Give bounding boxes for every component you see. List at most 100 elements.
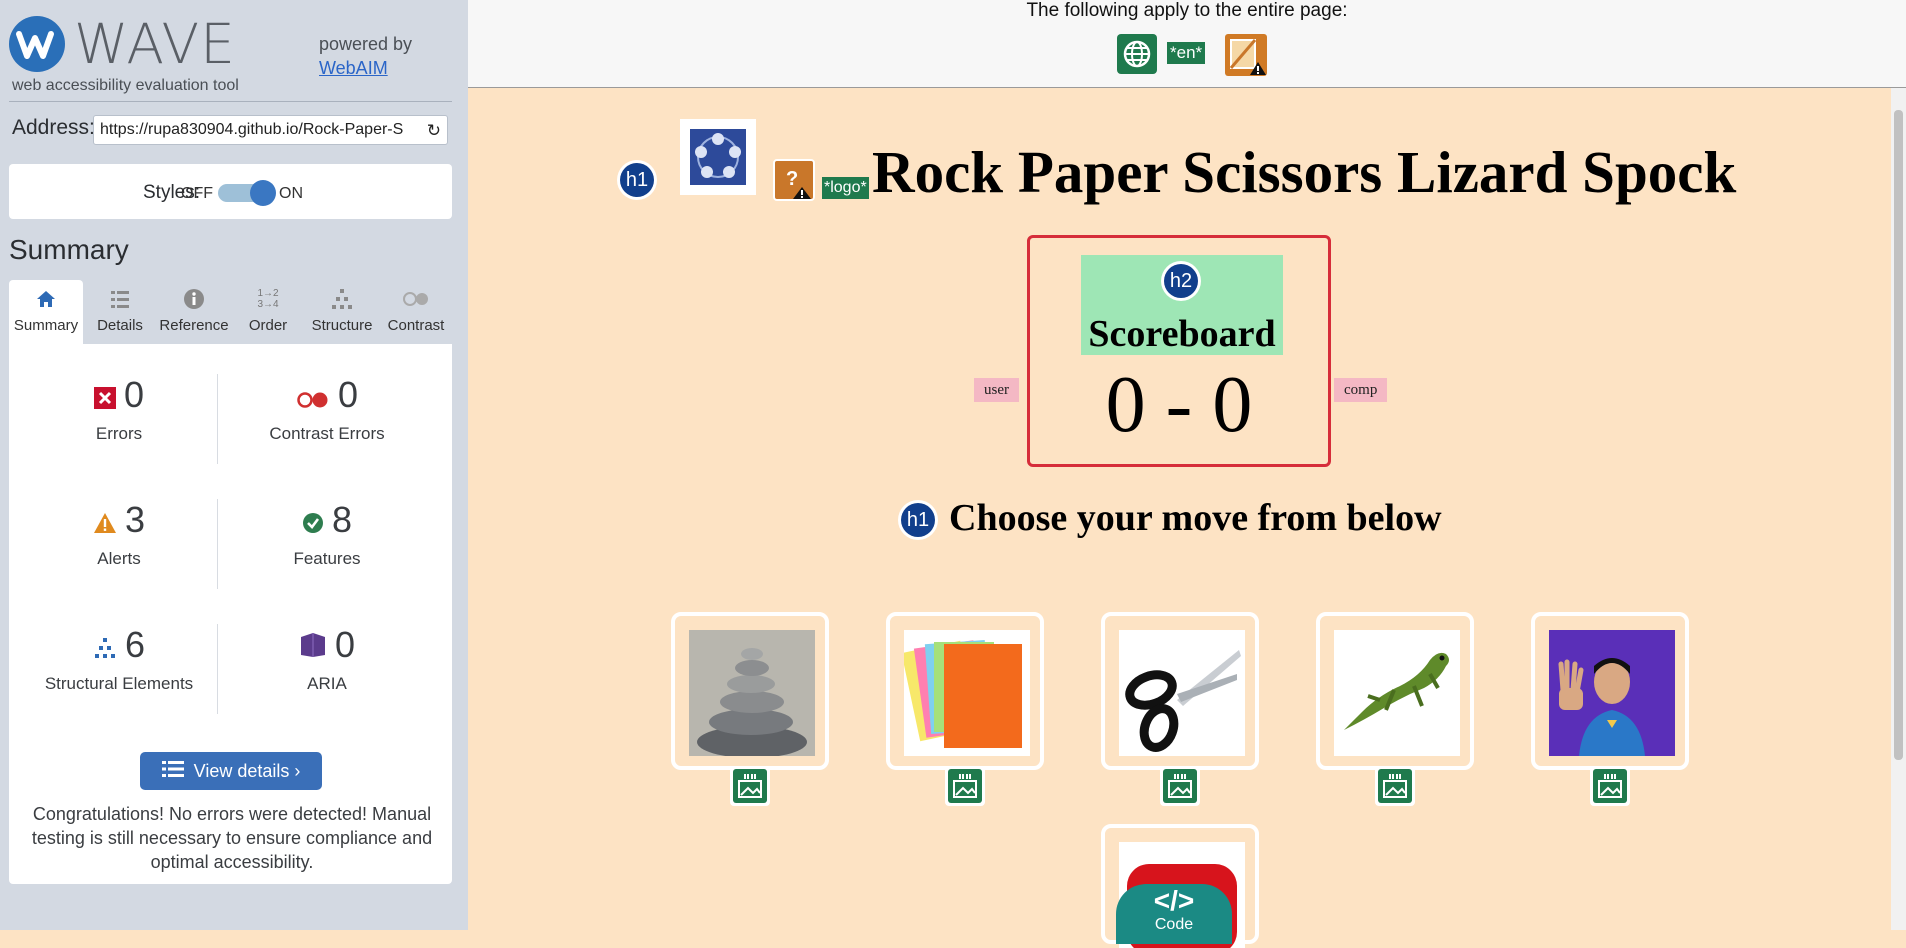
svg-text:?: ? <box>786 168 798 190</box>
language-globe-icon[interactable] <box>1117 34 1157 74</box>
stat-structural[interactable]: 6 Structural Elements <box>19 624 219 694</box>
tab-label: Structure <box>311 317 373 334</box>
move-paper[interactable] <box>886 612 1044 770</box>
logo-image <box>680 119 756 195</box>
language-tag[interactable]: *en* <box>1167 42 1206 64</box>
question-alert-icon[interactable]: ? <box>773 159 815 201</box>
powered-by-label: powered by <box>319 34 413 54</box>
h1-badge[interactable]: h1 <box>898 500 938 540</box>
features-count: 8 <box>331 499 353 540</box>
address-field[interactable]: https://rupa830904.github.io/Rock-Paper-… <box>93 115 448 145</box>
tab-contrast[interactable]: Contrast <box>379 280 453 344</box>
alt-text-icon[interactable] <box>730 766 770 806</box>
scissors-image <box>1119 630 1245 756</box>
summary-panel: 0 Errors 0 Contrast Errors 3 Alerts 8 Fe… <box>9 344 452 884</box>
alt-text-icon[interactable] <box>1160 766 1200 806</box>
paper-image <box>904 630 1030 756</box>
alerts-count: 3 <box>124 499 146 540</box>
page-title: Rock Paper Scissors Lizard Spock <box>872 139 1737 205</box>
feature-check-icon <box>302 501 324 543</box>
move-lizard[interactable] <box>1316 612 1474 770</box>
summary-heading: Summary <box>9 234 129 265</box>
aria-count: 0 <box>334 624 356 665</box>
wave-sidebar: WAVE web accessibility evaluation tool p… <box>0 0 468 930</box>
comp-score-tag[interactable]: comp <box>1334 378 1388 402</box>
move-rock[interactable] <box>671 612 829 770</box>
structural-count: 6 <box>124 624 146 665</box>
page-scrollbar[interactable] <box>1891 88 1906 930</box>
contrast-errors-count: 0 <box>337 374 359 415</box>
error-icon <box>93 376 116 418</box>
scoreboard-heading-box: h2 Scoreboard <box>1081 255 1283 355</box>
choose-move-heading: Choose your move from below <box>949 497 1442 539</box>
page-level-heading: The following apply to the entire page: <box>1026 0 1348 21</box>
aria-label: ARIA <box>307 674 347 694</box>
tab-details[interactable]: Details <box>83 280 157 344</box>
contrast-icon <box>379 288 453 312</box>
order-icon: 1→2 3→4 <box>257 288 279 310</box>
home-icon <box>9 288 83 312</box>
divider <box>217 374 218 464</box>
divider <box>9 101 452 102</box>
info-icon <box>157 288 231 312</box>
alert-icon <box>93 501 117 543</box>
errors-label: Errors <box>95 424 143 444</box>
alt-text-icon[interactable] <box>945 766 985 806</box>
h2-badge[interactable]: h2 <box>1161 261 1201 301</box>
code-brackets-icon: </> <box>1153 885 1195 916</box>
divider <box>217 499 218 589</box>
view-details-button[interactable]: View details › <box>140 752 322 790</box>
user-score-tag[interactable]: user <box>974 378 1019 402</box>
tab-reference[interactable]: Reference <box>157 280 231 344</box>
stat-features[interactable]: 8 Features <box>227 499 427 569</box>
logo-alt-tag[interactable]: *logo* <box>822 177 869 199</box>
tab-label: Details <box>97 317 143 334</box>
move-scissors[interactable] <box>1101 612 1259 770</box>
tab-bar: Summary Details Reference 1→2 3→4 Order S… <box>9 280 452 344</box>
tab-order[interactable]: 1→2 3→4 Order <box>231 280 305 344</box>
address-value[interactable]: https://rupa830904.github.io/Rock-Paper-… <box>100 121 418 139</box>
score-display: 0 - 0 <box>1105 361 1253 449</box>
address-label: Address: <box>12 116 95 139</box>
stat-contrast-errors[interactable]: 0 Contrast Errors <box>227 374 427 444</box>
list-icon <box>83 288 157 312</box>
tab-summary[interactable]: Summary <box>9 280 83 344</box>
alt-text-icon[interactable] <box>1590 766 1630 806</box>
code-button-label: Code <box>1154 916 1194 933</box>
code-button[interactable]: </> Code <box>1116 884 1232 944</box>
stat-errors[interactable]: 0 Errors <box>19 374 219 444</box>
tab-label: Contrast <box>387 317 445 334</box>
styles-on-label: ON <box>279 185 303 202</box>
tab-label: Order <box>248 317 288 334</box>
tab-structure[interactable]: Structure <box>305 280 379 344</box>
move-spock[interactable] <box>1531 612 1689 770</box>
wave-brand: WAVE <box>74 12 236 76</box>
scoreboard-title: Scoreboard <box>1088 313 1276 355</box>
page-level-bar: The following apply to the entire page: … <box>468 0 1906 88</box>
spock-image <box>1549 630 1675 756</box>
styles-panel: Styles: OFF ON <box>9 164 452 219</box>
alt-text-icon[interactable] <box>1375 766 1415 806</box>
webaim-link[interactable]: WebAIM <box>319 58 388 79</box>
divider <box>217 624 218 714</box>
contrast-error-icon <box>296 376 330 418</box>
congrats-message: Congratulations! No errors were detected… <box>31 804 433 872</box>
aria-icon <box>299 626 327 668</box>
tab-label: Summary <box>13 317 79 334</box>
stat-aria[interactable]: 0 ARIA <box>227 624 427 694</box>
page-alert-icon[interactable] <box>1225 34 1267 76</box>
structural-label: Structural Elements <box>44 674 194 694</box>
styles-toggle[interactable] <box>218 180 276 206</box>
styles-off-label: OFF <box>181 185 213 202</box>
wave-subtitle: web accessibility evaluation tool <box>12 77 239 94</box>
structure-icon <box>305 288 379 312</box>
view-details-label: View details › <box>193 761 301 781</box>
stat-alerts[interactable]: 3 Alerts <box>19 499 219 569</box>
h1-badge[interactable]: h1 <box>617 160 657 200</box>
reload-icon[interactable]: ↻ <box>427 121 441 141</box>
toggle-knob[interactable] <box>250 180 276 206</box>
scoreboard: h2 Scoreboard 0 - 0 <box>1027 235 1331 467</box>
scrollbar-thumb[interactable] <box>1894 110 1903 760</box>
contrast-errors-label: Contrast Errors <box>269 424 385 444</box>
list-icon <box>161 753 184 791</box>
